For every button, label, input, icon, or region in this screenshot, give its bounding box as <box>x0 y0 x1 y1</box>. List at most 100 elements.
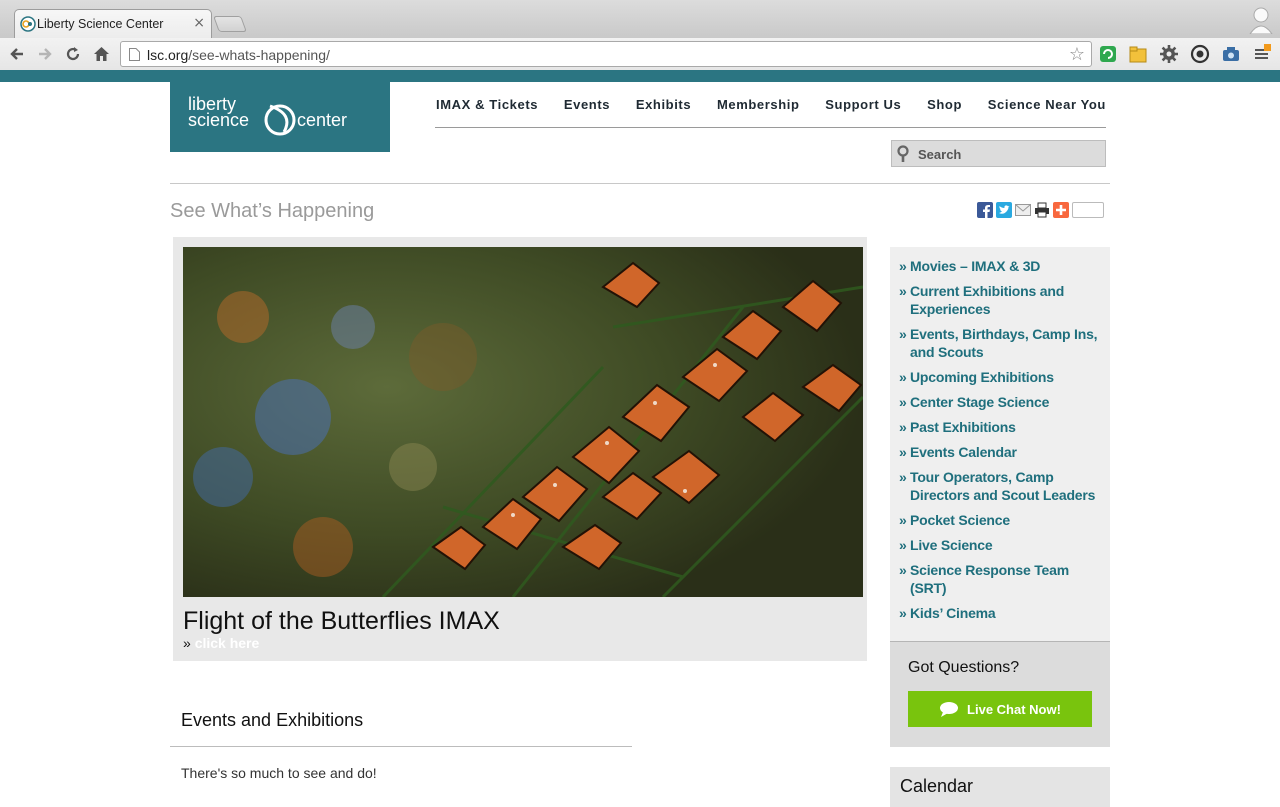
reload-button[interactable] <box>61 42 85 66</box>
sidebar-bullet: » <box>899 394 907 410</box>
sidebar-item-label: Center Stage Science <box>910 394 1050 410</box>
sidebar-item-label: Current Exhibitions and Experiences <box>910 283 1065 317</box>
sidebar-bullet: » <box>899 537 907 553</box>
profile-icon[interactable] <box>1248 4 1274 34</box>
page: liberty science center IMAX & Tickets Ev… <box>0 82 1280 807</box>
back-button[interactable] <box>5 42 29 66</box>
home-button[interactable] <box>89 42 113 66</box>
browser-tabstrip: Liberty Science Center × <box>0 0 1280 39</box>
search-input[interactable]: Search <box>891 140 1106 167</box>
addthis-plus-icon[interactable] <box>1053 202 1069 218</box>
sidebar-item-events-birthdays[interactable]: » Events, Birthdays, Camp Ins, and Scouts <box>899 325 1102 361</box>
reload-icon <box>66 47 80 61</box>
nav-divider <box>435 127 1106 128</box>
sidebar-item-live-science[interactable]: » Live Science <box>899 536 1102 554</box>
sidebar-bullet: » <box>899 512 907 528</box>
butterflies-image[interactable] <box>183 247 863 597</box>
sidebar-item-label: Events, Birthdays, Camp Ins, and Scouts <box>910 326 1098 360</box>
sidebar-item-label: Tour Operators, Camp Directors and Scout… <box>910 469 1096 503</box>
email-icon[interactable] <box>1015 202 1031 218</box>
sidebar-item-center-stage-science[interactable]: » Center Stage Science <box>899 393 1102 411</box>
site-logo[interactable]: liberty science center <box>170 82 390 152</box>
sidebar-bullet: » <box>899 326 907 342</box>
sidebar-bullet: » <box>899 258 907 274</box>
sidebar-item-past-exhibitions[interactable]: » Past Exhibitions <box>899 418 1102 436</box>
sidebar-bullet: » <box>899 444 907 460</box>
home-icon <box>93 47 109 61</box>
nav-events[interactable]: Events <box>564 97 610 117</box>
site-top-strip <box>0 70 1280 82</box>
extension-green-icon[interactable] <box>1098 44 1118 64</box>
nav-imax-tickets[interactable]: IMAX & Tickets <box>436 97 538 117</box>
settings-circle-icon[interactable] <box>1190 44 1210 64</box>
tab-close-icon[interactable]: × <box>193 15 205 31</box>
share-counter <box>1072 202 1104 218</box>
browser-toolbar: lsc.org/see-whats-happening/ ☆ <box>0 38 1280 70</box>
feature-link-bullet: » <box>183 635 191 651</box>
main-navigation: IMAX & Tickets Events Exhibits Membershi… <box>436 97 1106 117</box>
nav-exhibits[interactable]: Exhibits <box>636 97 691 117</box>
sidebar-bullet: » <box>899 562 907 578</box>
events-section-title: Events and Exhibitions <box>181 710 364 730</box>
events-section-text: There's so much to see and do! <box>181 765 377 781</box>
sidebar-item-label: Pocket Science <box>910 512 1010 528</box>
sidebar-bullet: » <box>899 469 907 485</box>
calendar-title: Calendar <box>900 776 974 796</box>
sidebar-item-science-response-team[interactable]: » Science Response Team (SRT) <box>899 561 1102 597</box>
sidebar-bullet: » <box>899 605 907 621</box>
sidebar-item-label: Upcoming Exhibitions <box>910 369 1054 385</box>
sidebar-item-events-calendar[interactable]: » Events Calendar <box>899 443 1102 461</box>
sidebar-item-label: Movies – IMAX & 3D <box>910 258 1041 274</box>
header-divider <box>170 183 1110 184</box>
search-icon <box>897 145 909 162</box>
forward-arrow-icon <box>39 48 52 60</box>
sidebar-bullet: » <box>899 283 907 299</box>
page-icon <box>129 48 140 61</box>
nav-support-us[interactable]: Support Us <box>825 97 901 117</box>
back-arrow-icon <box>10 48 23 60</box>
nav-shop[interactable]: Shop <box>927 97 962 117</box>
live-chat-button[interactable]: Live Chat Now! <box>908 691 1092 727</box>
featured-item: Flight of the Butterflies IMAX » click h… <box>173 237 867 661</box>
sidebar-item-label: Events Calendar <box>910 444 1017 460</box>
gear-icon[interactable] <box>1159 44 1179 64</box>
extension-folder-icon[interactable] <box>1128 44 1148 64</box>
sidebar-item-current-exhibitions[interactable]: » Current Exhibitions and Experiences <box>899 282 1102 318</box>
address-bar[interactable]: lsc.org/see-whats-happening/ ☆ <box>120 41 1092 67</box>
feature-click-here-link[interactable]: click here <box>195 635 260 651</box>
logo-text-science: science <box>188 110 249 130</box>
events-section-divider <box>170 746 632 747</box>
sidebar-item-upcoming-exhibitions[interactable]: » Upcoming Exhibitions <box>899 368 1102 386</box>
chat-bubble-icon <box>940 702 959 717</box>
share-toolbar <box>977 202 1104 218</box>
sidebar-bullet: » <box>899 419 907 435</box>
camera-extension-icon[interactable] <box>1221 44 1241 64</box>
forward-button[interactable] <box>33 42 57 66</box>
sidebar-item-kids-cinema[interactable]: » Kids’ Cinema <box>899 604 1102 622</box>
bookmark-star-icon[interactable]: ☆ <box>1069 44 1085 65</box>
address-url: lsc.org/see-whats-happening/ <box>147 47 330 63</box>
live-chat-label: Live Chat Now! <box>967 701 1061 717</box>
sidebar-item-pocket-science[interactable]: » Pocket Science <box>899 511 1102 529</box>
twitter-icon[interactable] <box>996 202 1012 218</box>
chrome-menu-icon[interactable] <box>1252 44 1272 64</box>
sidebar-links: » Movies – IMAX & 3D » Current Exhibitions… <box>890 247 1110 641</box>
print-icon[interactable] <box>1034 202 1050 218</box>
sidebar-item-label: Science Response Team (SRT) <box>910 562 1069 596</box>
sidebar-bullet: » <box>899 369 907 385</box>
facebook-icon[interactable] <box>977 202 993 218</box>
sidebar-item-label: Past Exhibitions <box>910 419 1016 435</box>
questions-box: Got Questions? Live Chat Now! <box>890 641 1110 747</box>
new-tab-button[interactable] <box>213 16 247 32</box>
sidebar-item-tour-operators[interactable]: » Tour Operators, Camp Directors and Scou… <box>899 468 1102 504</box>
sidebar-item-label: Live Science <box>910 537 993 553</box>
nav-science-near-you[interactable]: Science Near You <box>988 97 1106 117</box>
logo-graphic: liberty science center <box>188 94 347 136</box>
feature-title: Flight of the Butterflies IMAX <box>183 607 500 635</box>
questions-title: Got Questions? <box>908 659 1020 676</box>
url-host: lsc.org <box>147 47 189 63</box>
nav-membership[interactable]: Membership <box>717 97 800 117</box>
sidebar-item-movies[interactable]: » Movies – IMAX & 3D <box>899 257 1102 275</box>
lsc-favicon-icon <box>20 16 36 32</box>
browser-tab[interactable]: Liberty Science Center × <box>14 9 212 39</box>
